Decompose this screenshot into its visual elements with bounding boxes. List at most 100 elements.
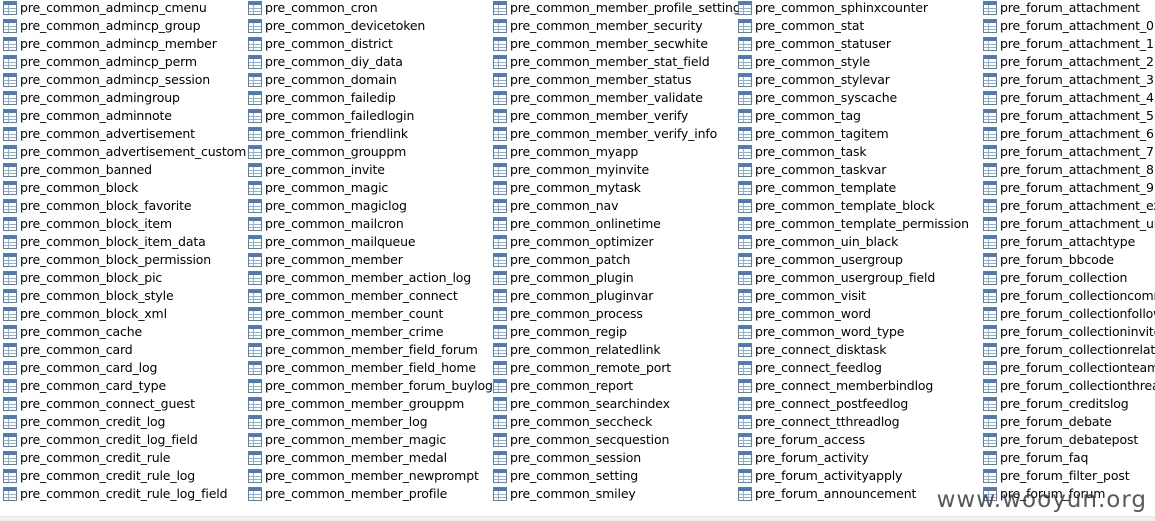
table-list-item[interactable]: pre_forum_attachtype — [980, 233, 1155, 251]
table-list-item[interactable]: pre_common_credit_rule — [0, 449, 245, 467]
table-list-item[interactable]: pre_common_session — [490, 449, 735, 467]
table-list-item[interactable]: pre_common_banned — [0, 161, 245, 179]
table-list-item[interactable]: pre_common_member_validate — [490, 89, 735, 107]
table-list-item[interactable]: pre_common_tag — [735, 107, 980, 125]
table-list-item[interactable]: pre_common_sphinxcounter — [735, 0, 980, 17]
table-list-item[interactable]: pre_common_credit_log — [0, 413, 245, 431]
table-list-item[interactable]: pre_common_patch — [490, 251, 735, 269]
table-list-item[interactable]: pre_common_member_status — [490, 71, 735, 89]
table-list-item[interactable]: pre_forum_attachment_0 — [980, 17, 1155, 35]
table-list-item[interactable]: pre_connect_tthreadlog — [735, 413, 980, 431]
table-list-item[interactable]: pre_common_invite — [245, 161, 490, 179]
table-list-item[interactable]: pre_common_tagitem — [735, 125, 980, 143]
table-list-item[interactable]: pre_common_credit_rule_log — [0, 467, 245, 485]
table-list-item[interactable]: pre_forum_attachment_9 — [980, 179, 1155, 197]
table-list-item[interactable]: pre_forum_attachment_3 — [980, 71, 1155, 89]
table-list-item[interactable]: pre_connect_disktask — [735, 341, 980, 359]
table-list-item[interactable]: pre_common_admincp_perm — [0, 53, 245, 71]
table-list-item[interactable]: pre_common_secquestion — [490, 431, 735, 449]
table-list-item[interactable]: pre_common_smiley — [490, 485, 735, 503]
table-list-item[interactable]: pre_common_relatedlink — [490, 341, 735, 359]
table-list-item[interactable]: pre_common_admincp_cmenu — [0, 0, 245, 17]
table-list-item[interactable]: pre_common_plugin — [490, 269, 735, 287]
table-list-item[interactable]: pre_common_friendlink — [245, 125, 490, 143]
table-list-item[interactable]: pre_common_cache — [0, 323, 245, 341]
table-list-item[interactable]: pre_common_district — [245, 35, 490, 53]
table-list-item[interactable]: pre_forum_attachment — [980, 0, 1155, 17]
table-list-item[interactable]: pre_common_template — [735, 179, 980, 197]
table-list-item[interactable]: pre_common_domain — [245, 71, 490, 89]
table-list-item[interactable]: pre_common_member_profile_setting — [490, 0, 741, 17]
table-list-item[interactable]: pre_forum_forum — [980, 485, 1155, 503]
table-list-item[interactable]: pre_forum_collection — [980, 269, 1155, 287]
table-list-item[interactable]: pre_common_block_item_data — [0, 233, 245, 251]
table-list-item[interactable]: pre_common_myinvite — [490, 161, 735, 179]
table-list-item[interactable]: pre_common_cron — [245, 0, 490, 17]
table-list-item[interactable]: pre_common_member_count — [245, 305, 490, 323]
table-list-item[interactable]: pre_common_member_verify_info — [490, 125, 735, 143]
table-list-item[interactable]: pre_common_taskvar — [735, 161, 980, 179]
table-list-item[interactable]: pre_forum_attachment_unu — [980, 215, 1155, 233]
table-list-item[interactable]: pre_common_member_security — [490, 17, 735, 35]
table-list-item[interactable]: pre_common_setting — [490, 467, 735, 485]
table-list-item[interactable]: pre_common_member_grouppm — [245, 395, 490, 413]
table-list-item[interactable]: pre_forum_access — [735, 431, 980, 449]
table-list-item[interactable]: pre_common_template_permission — [735, 215, 980, 233]
table-list-item[interactable]: pre_common_member_verify — [490, 107, 735, 125]
table-list-item[interactable]: pre_common_mytask — [490, 179, 735, 197]
table-list-item[interactable]: pre_forum_announcement — [735, 485, 980, 503]
table-list-item[interactable]: pre_common_admingroup — [0, 89, 245, 107]
table-list-item[interactable]: pre_common_card_type — [0, 377, 245, 395]
table-list-item[interactable]: pre_common_member_field_forum — [245, 341, 490, 359]
table-list-item[interactable]: pre_common_admincp_member — [0, 35, 245, 53]
table-list-item[interactable]: pre_common_member_medal — [245, 449, 490, 467]
table-list-item[interactable]: pre_common_card — [0, 341, 245, 359]
table-list-item[interactable]: pre_common_syscache — [735, 89, 980, 107]
table-list-item[interactable]: pre_common_block_pic — [0, 269, 245, 287]
table-list-item[interactable]: pre_common_connect_guest — [0, 395, 245, 413]
table-list-item[interactable]: pre_common_advertisement_custom — [0, 143, 246, 161]
table-list-item[interactable]: pre_common_mailcron — [245, 215, 490, 233]
table-list-item[interactable]: pre_forum_collectionteamw — [980, 359, 1155, 377]
table-list-item[interactable]: pre_forum_attachment_5 — [980, 107, 1155, 125]
table-list-item[interactable]: pre_common_statuser — [735, 35, 980, 53]
table-list-item[interactable]: pre_common_block_permission — [0, 251, 245, 269]
table-list-item[interactable]: pre_common_mailqueue — [245, 233, 490, 251]
table-list-item[interactable]: pre_forum_collectioninvite — [980, 323, 1155, 341]
table-list-item[interactable]: pre_common_stylevar — [735, 71, 980, 89]
table-list-item[interactable]: pre_common_admincp_group — [0, 17, 245, 35]
table-list-item[interactable]: pre_forum_collectioncomm — [980, 287, 1155, 305]
table-list-item[interactable]: pre_forum_collectionrelated — [980, 341, 1155, 359]
table-list-item[interactable]: pre_common_stat — [735, 17, 980, 35]
table-list-item[interactable]: pre_common_member_crime — [245, 323, 490, 341]
table-list-item[interactable]: pre_common_block — [0, 179, 245, 197]
table-list-item[interactable]: pre_forum_faq — [980, 449, 1155, 467]
table-list-item[interactable]: pre_forum_filter_post — [980, 467, 1155, 485]
table-list-item[interactable]: pre_forum_attachment_8 — [980, 161, 1155, 179]
table-list-item[interactable]: pre_forum_bbcode — [980, 251, 1155, 269]
table-list-item[interactable]: pre_common_template_block — [735, 197, 980, 215]
table-list-item[interactable]: pre_common_diy_data — [245, 53, 490, 71]
table-list-item[interactable]: pre_common_usergroup_field — [735, 269, 980, 287]
table-list-item[interactable]: pre_common_member_field_home — [245, 359, 490, 377]
table-list-item[interactable]: pre_common_member_forum_buylog — [245, 377, 493, 395]
table-list-item[interactable]: pre_common_admincp_session — [0, 71, 245, 89]
table-list-item[interactable]: pre_common_block_style — [0, 287, 245, 305]
table-list-item[interactable]: pre_common_member_profile — [245, 485, 490, 503]
table-list-item[interactable]: pre_connect_memberbindlog — [735, 377, 980, 395]
table-list-item[interactable]: pre_common_myapp — [490, 143, 735, 161]
table-list-item[interactable]: pre_forum_debate — [980, 413, 1155, 431]
table-list-item[interactable]: pre_forum_attachment_1 — [980, 35, 1155, 53]
table-list-item[interactable]: pre_common_onlinetime — [490, 215, 735, 233]
table-list-item[interactable]: pre_common_member_stat_field — [490, 53, 735, 71]
table-list-item[interactable]: pre_common_seccheck — [490, 413, 735, 431]
table-list-item[interactable]: pre_common_failedip — [245, 89, 490, 107]
table-list-item[interactable]: pre_common_word_type — [735, 323, 980, 341]
table-list-item[interactable]: pre_common_magic — [245, 179, 490, 197]
table-list-item[interactable]: pre_connect_feedlog — [735, 359, 980, 377]
table-list-item[interactable]: pre_forum_attachment_2 — [980, 53, 1155, 71]
table-list-item[interactable]: pre_common_member_newprompt — [245, 467, 490, 485]
table-list-item[interactable]: pre_forum_attachment_exif — [980, 197, 1155, 215]
table-list-item[interactable]: pre_common_credit_log_field — [0, 431, 245, 449]
table-list-item[interactable]: pre_forum_collectionthread — [980, 377, 1155, 395]
